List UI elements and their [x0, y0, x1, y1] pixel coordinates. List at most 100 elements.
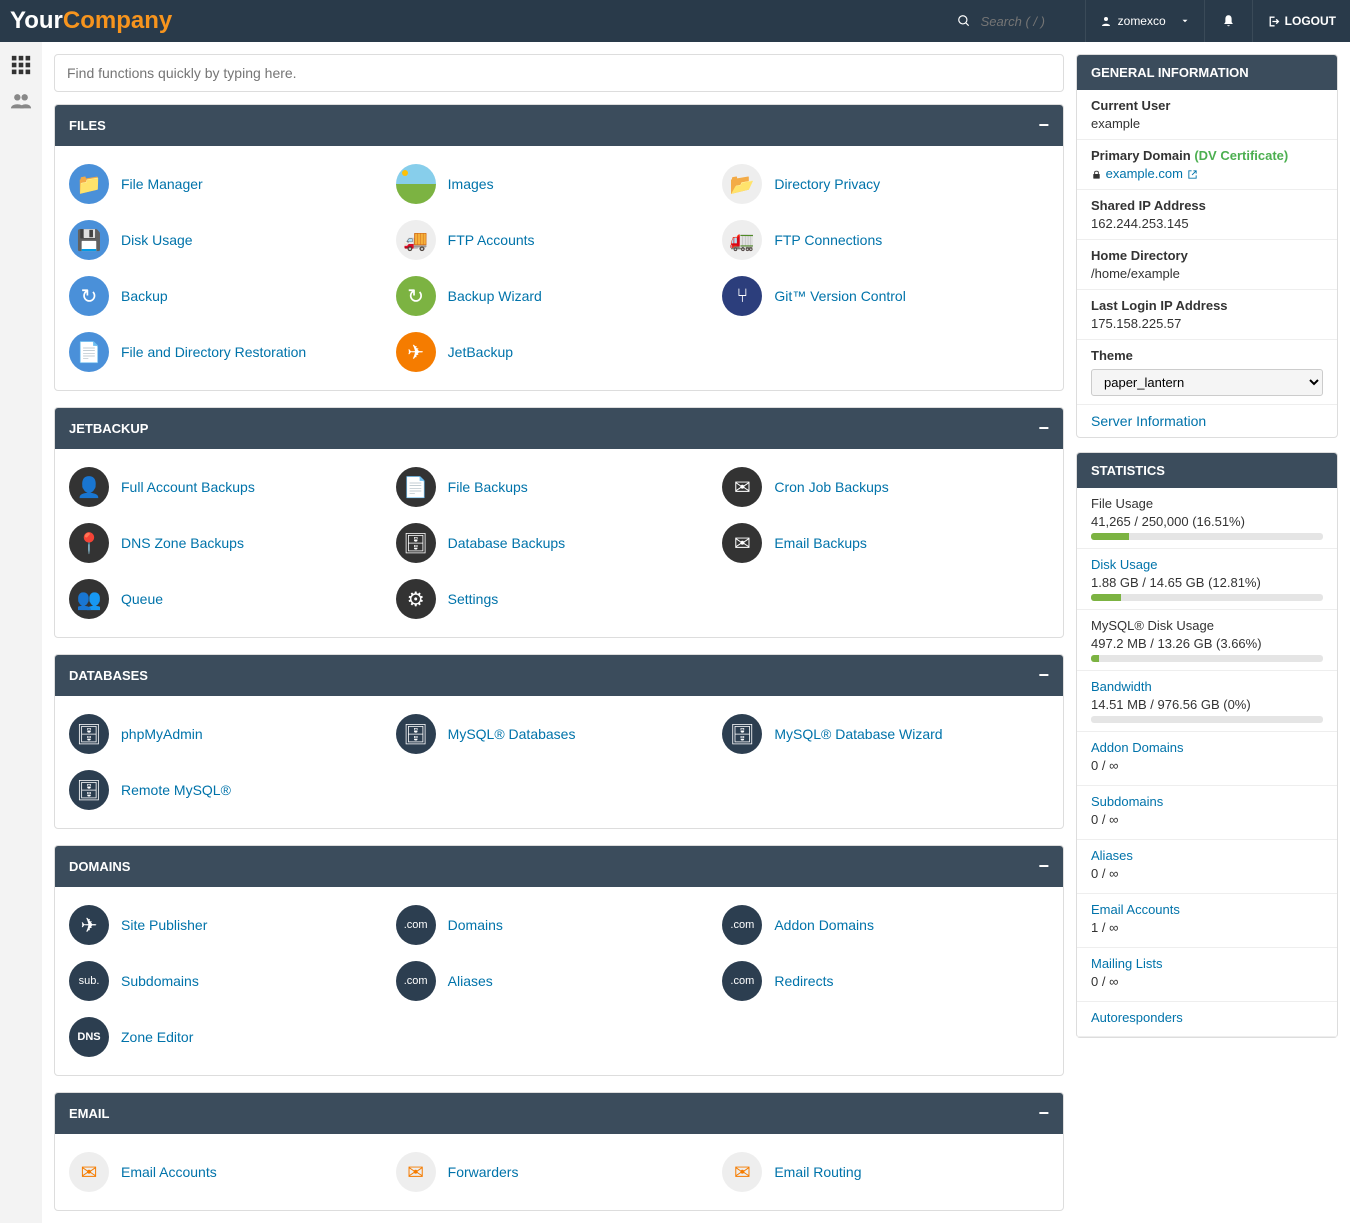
- collapse-icon[interactable]: −: [1038, 856, 1049, 877]
- item-cron-job-backups[interactable]: ✉Cron Job Backups: [722, 459, 1049, 515]
- current-user-label: Current User: [1091, 98, 1323, 113]
- item-disk-usage[interactable]: 💾Disk Usage: [69, 212, 396, 268]
- stat-label[interactable]: Mailing Lists: [1091, 956, 1323, 971]
- stat-value: 0 / ∞: [1091, 758, 1323, 773]
- quick-find-input[interactable]: [54, 54, 1064, 92]
- item-file-restoration[interactable]: 📄File and Directory Restoration: [69, 324, 396, 380]
- stat-block: MySQL® Disk Usage 497.2 MB / 13.26 GB (3.…: [1077, 610, 1337, 671]
- item-addon-domains[interactable]: .comAddon Domains: [722, 897, 1049, 953]
- server-info-link[interactable]: Server Information: [1091, 413, 1206, 429]
- stat-block: Bandwidth 14.51 MB / 976.56 GB (0%): [1077, 671, 1337, 732]
- apps-grid-icon[interactable]: [10, 54, 32, 76]
- logout-button[interactable]: LOGOUT: [1252, 0, 1350, 42]
- panel-head-files[interactable]: FILES −: [55, 105, 1063, 146]
- collapse-icon[interactable]: −: [1038, 115, 1049, 136]
- item-file-manager[interactable]: 📁File Manager: [69, 156, 396, 212]
- item-settings[interactable]: ⚙Settings: [396, 571, 723, 627]
- panel-head-databases[interactable]: DATABASES −: [55, 655, 1063, 696]
- stat-label[interactable]: Email Accounts: [1091, 902, 1323, 917]
- collapse-icon[interactable]: −: [1038, 1103, 1049, 1124]
- item-redirects[interactable]: .comRedirects: [722, 953, 1049, 1009]
- panel-head-email[interactable]: EMAIL −: [55, 1093, 1063, 1134]
- panel-head-domains[interactable]: DOMAINS −: [55, 846, 1063, 887]
- search-icon: [957, 14, 971, 28]
- panel-databases: DATABASES − 🗄phpMyAdmin 🗄MySQL® Database…: [54, 654, 1064, 829]
- right-sidebar: GENERAL INFORMATION Current User example…: [1076, 54, 1338, 1211]
- stat-label: File Usage: [1091, 496, 1323, 511]
- stat-value: 1 / ∞: [1091, 920, 1323, 935]
- header-search[interactable]: [943, 14, 1085, 29]
- home-dir-label: Home Directory: [1091, 248, 1323, 263]
- stat-label: MySQL® Disk Usage: [1091, 618, 1323, 633]
- item-phpmyadmin[interactable]: 🗄phpMyAdmin: [69, 706, 396, 762]
- item-mysql-wizard[interactable]: 🗄MySQL® Database Wizard: [722, 706, 1049, 762]
- item-jetbackup[interactable]: ✈JetBackup: [396, 324, 723, 380]
- item-mysql-databases[interactable]: 🗄MySQL® Databases: [396, 706, 723, 762]
- stat-block: File Usage 41,265 / 250,000 (16.51%): [1077, 488, 1337, 549]
- item-queue[interactable]: 👥Queue: [69, 571, 396, 627]
- header-search-input[interactable]: [981, 14, 1071, 29]
- stat-value: 41,265 / 250,000 (16.51%): [1091, 514, 1323, 529]
- theme-select[interactable]: paper_lantern: [1091, 369, 1323, 396]
- statistics-panel: STATISTICS File Usage 41,265 / 250,000 (1…: [1076, 452, 1338, 1038]
- item-ftp-connections[interactable]: 🚛FTP Connections: [722, 212, 1049, 268]
- item-ftp-accounts[interactable]: 🚚FTP Accounts: [396, 212, 723, 268]
- panel-email: EMAIL − ✉Email Accounts ✉Forwarders ✉Ema…: [54, 1092, 1064, 1211]
- user-icon: [1100, 15, 1112, 27]
- item-email-accounts[interactable]: ✉Email Accounts: [69, 1144, 396, 1200]
- panel-jetbackup: JETBACKUP − 👤Full Account Backups 📄File …: [54, 407, 1064, 638]
- current-user-value: example: [1091, 116, 1323, 131]
- item-backup[interactable]: ↻Backup: [69, 268, 396, 324]
- stat-value: 497.2 MB / 13.26 GB (3.66%): [1091, 636, 1323, 651]
- logout-icon: [1267, 15, 1280, 28]
- user-dropdown[interactable]: zomexco: [1085, 0, 1204, 42]
- panel-head-jetbackup[interactable]: JETBACKUP −: [55, 408, 1063, 449]
- item-git[interactable]: ⑂Git™ Version Control: [722, 268, 1049, 324]
- item-aliases[interactable]: .comAliases: [396, 953, 723, 1009]
- item-forwarders[interactable]: ✉Forwarders: [396, 1144, 723, 1200]
- primary-domain-value[interactable]: example.com: [1091, 166, 1323, 181]
- item-full-account-backups[interactable]: 👤Full Account Backups: [69, 459, 396, 515]
- stat-label[interactable]: Disk Usage: [1091, 557, 1323, 572]
- item-subdomains[interactable]: sub.Subdomains: [69, 953, 396, 1009]
- statistics-head: STATISTICS: [1077, 453, 1337, 488]
- collapse-icon[interactable]: −: [1038, 665, 1049, 686]
- bell-icon: [1221, 14, 1236, 29]
- notifications-button[interactable]: [1204, 0, 1252, 42]
- shared-ip-label: Shared IP Address: [1091, 198, 1323, 213]
- stat-label[interactable]: Addon Domains: [1091, 740, 1323, 755]
- item-directory-privacy[interactable]: 📂Directory Privacy: [722, 156, 1049, 212]
- stat-label[interactable]: Autoresponders: [1091, 1010, 1323, 1025]
- item-remote-mysql[interactable]: 🗄Remote MySQL®: [69, 762, 396, 818]
- item-dns-zone-backups[interactable]: 📍DNS Zone Backups: [69, 515, 396, 571]
- collapse-icon[interactable]: −: [1038, 418, 1049, 439]
- users-icon[interactable]: [9, 90, 33, 112]
- item-file-backups[interactable]: 📄File Backups: [396, 459, 723, 515]
- center-column: FILES − 📁File Manager Images 📂Directory …: [54, 54, 1064, 1211]
- item-backup-wizard[interactable]: ↻Backup Wizard: [396, 268, 723, 324]
- item-database-backups[interactable]: 🗄Database Backups: [396, 515, 723, 571]
- progress-bar: [1091, 655, 1323, 662]
- general-info-panel: GENERAL INFORMATION Current User example…: [1076, 54, 1338, 438]
- stat-label[interactable]: Aliases: [1091, 848, 1323, 863]
- item-images[interactable]: Images: [396, 156, 723, 212]
- panel-files: FILES − 📁File Manager Images 📂Directory …: [54, 104, 1064, 391]
- stat-label[interactable]: Bandwidth: [1091, 679, 1323, 694]
- stat-block: Addon Domains 0 / ∞: [1077, 732, 1337, 786]
- stat-value: 14.51 MB / 976.56 GB (0%): [1091, 697, 1323, 712]
- panel-domains: DOMAINS − ✈Site Publisher .comDomains .c…: [54, 845, 1064, 1076]
- stat-label[interactable]: Subdomains: [1091, 794, 1323, 809]
- stat-value: 1.88 GB / 14.65 GB (12.81%): [1091, 575, 1323, 590]
- progress-bar: [1091, 716, 1323, 723]
- item-zone-editor[interactable]: DNSZone Editor: [69, 1009, 396, 1065]
- stat-value: 0 / ∞: [1091, 866, 1323, 881]
- item-site-publisher[interactable]: ✈Site Publisher: [69, 897, 396, 953]
- item-email-backups[interactable]: ✉Email Backups: [722, 515, 1049, 571]
- item-email-routing[interactable]: ✉Email Routing: [722, 1144, 1049, 1200]
- stat-block: Email Accounts 1 / ∞: [1077, 894, 1337, 948]
- last-login-value: 175.158.225.57: [1091, 316, 1323, 331]
- stat-value: 0 / ∞: [1091, 974, 1323, 989]
- logo[interactable]: YourCompany: [10, 7, 172, 35]
- item-domains[interactable]: .comDomains: [396, 897, 723, 953]
- last-login-label: Last Login IP Address: [1091, 298, 1323, 313]
